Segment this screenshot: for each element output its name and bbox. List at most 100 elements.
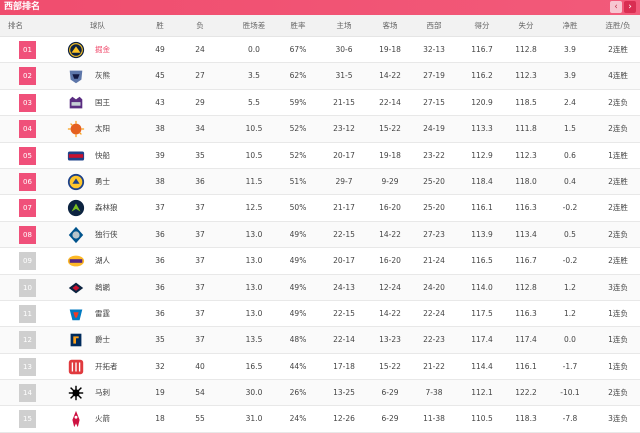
thunder-logo[interactable] xyxy=(67,305,85,323)
col-win-pct[interactable]: 胜率 xyxy=(282,15,314,37)
col-point-diff[interactable]: 净胜 xyxy=(554,15,586,37)
table-row[interactable]: 03 国王 43 29 5.5 59% 21-15 22-14 27-15 120.9 118.5 2… xyxy=(0,90,640,117)
conference-record-cell: 27-23 xyxy=(423,229,445,239)
col-team[interactable]: 球队 xyxy=(90,15,130,37)
standings-header: 西部排名 xyxy=(0,0,640,15)
jazz-logo[interactable] xyxy=(67,331,85,349)
spurs-logo[interactable] xyxy=(67,384,85,402)
team-name-link[interactable]: 国王 xyxy=(95,90,110,116)
col-games-behind[interactable]: 胜场差 xyxy=(232,15,276,37)
conference-record-cell: 23-22 xyxy=(423,150,445,160)
table-row[interactable]: 08 独行侠 36 37 13.0 49% 22-15 14-22 27-23 113.9 113.… xyxy=(0,221,640,249)
pelicans-logo[interactable] xyxy=(67,279,85,297)
col-away[interactable]: 客场 xyxy=(374,15,406,37)
team-name-link[interactable]: 掘金 xyxy=(95,37,110,63)
table-row[interactable]: 09 湖人 36 37 13.0 49% 20-17 16-20 21-24 116.5 116.7… xyxy=(0,248,640,275)
col-rank[interactable]: 排名 xyxy=(4,15,44,37)
col-home[interactable]: 主场 xyxy=(328,15,360,37)
table-row[interactable]: 07 森林狼 37 37 12.5 50% 21-17 16-20 25-20 116.1 116.… xyxy=(0,195,640,222)
rockets-logo[interactable] xyxy=(67,410,85,428)
grizzlies-logo[interactable] xyxy=(67,67,85,85)
table-row[interactable]: 15 火箭 18 55 31.0 24% 12-26 6-29 11-38 110.5 118.3 -… xyxy=(0,406,640,433)
losses-cell: 37 xyxy=(195,203,205,213)
warriors-logo[interactable] xyxy=(67,173,85,191)
team-name-link[interactable]: 森林狼 xyxy=(95,195,118,221)
point-diff-cell: -0.2 xyxy=(562,203,578,213)
win-pct-cell: 67% xyxy=(289,45,307,54)
team-name-link[interactable]: 马刺 xyxy=(95,380,110,406)
point-diff-cell: 1.2 xyxy=(564,282,576,292)
conference-record-cell: 22-23 xyxy=(423,335,445,345)
points-against-cell: 117.4 xyxy=(515,335,537,345)
col-streak[interactable]: 连胜/负 xyxy=(598,15,638,37)
losses-cell: 37 xyxy=(195,256,205,266)
home-record-cell: 22-15 xyxy=(333,308,355,318)
table-row[interactable]: 14 马刺 19 54 30.0 26% 13-25 6-29 7-38 112.1 122.2 -1… xyxy=(0,380,640,407)
table-row[interactable]: 11 雷霆 36 37 13.0 49% 22-15 14-22 22-24 117.5 116.3… xyxy=(0,301,640,328)
home-record-cell: 20-17 xyxy=(333,150,355,160)
team-name-link[interactable]: 火箭 xyxy=(95,406,110,432)
away-record-cell: 14-22 xyxy=(379,71,401,81)
col-wins[interactable]: 胜 xyxy=(148,15,172,37)
table-row[interactable]: 06 勇士 38 36 11.5 51% 29-7 9-29 25-20 118.4 118.0 0.… xyxy=(0,168,640,196)
col-conference[interactable]: 西部 xyxy=(418,15,450,37)
team-name-link[interactable]: 开拓者 xyxy=(95,354,118,380)
team-name-link[interactable]: 勇士 xyxy=(95,169,110,195)
points-against-cell: 112.3 xyxy=(515,150,537,160)
lakers-logo[interactable] xyxy=(67,252,85,270)
suns-logo[interactable] xyxy=(67,120,85,138)
points-for-cell: 112.1 xyxy=(471,388,493,398)
win-pct-cell: 49% xyxy=(289,229,307,239)
wins-cell: 19 xyxy=(155,388,165,398)
streak-cell: 1连胜 xyxy=(608,150,628,160)
col-points-for[interactable]: 得分 xyxy=(466,15,498,37)
team-name-link[interactable]: 太阳 xyxy=(95,116,110,142)
win-pct-cell: 62% xyxy=(289,71,307,81)
nuggets-logo[interactable] xyxy=(67,41,85,59)
table-row[interactable]: 02 灰熊 45 27 3.5 62% 31-5 14-22 27-19 116.2 112.3 3.… xyxy=(0,63,640,90)
rank-badge: 08 xyxy=(19,225,36,244)
table-row[interactable]: 05 快船 39 35 10.5 52% 20-17 19-18 23-22 112.9 112.3… xyxy=(0,143,640,169)
point-diff-cell: -7.8 xyxy=(562,414,578,424)
next-page-button[interactable]: › xyxy=(624,1,636,13)
kings-logo[interactable] xyxy=(67,94,85,112)
mavericks-logo[interactable] xyxy=(67,226,85,244)
table-row[interactable]: 04 太阳 38 34 10.5 52% 23-12 15-22 24-19 113.3 111.8… xyxy=(0,116,640,143)
wins-cell: 49 xyxy=(155,45,165,54)
home-record-cell: 17-18 xyxy=(333,361,355,371)
home-record-cell: 29-7 xyxy=(335,176,353,186)
team-name-link[interactable]: 独行侠 xyxy=(95,222,118,248)
table-row[interactable]: 01 掘金 49 24 0.0 67% 30-6 19-18 32-13 116.7 112.8 3.… xyxy=(0,37,640,64)
streak-cell: 2连负 xyxy=(608,229,628,239)
home-record-cell: 13-25 xyxy=(333,388,355,398)
col-points-against[interactable]: 失分 xyxy=(510,15,542,37)
table-row[interactable]: 13 开拓者 32 40 16.5 44% 17-18 15-22 21-22 114.4 116.… xyxy=(0,354,640,381)
rank-badge: 05 xyxy=(19,146,36,165)
games-behind-cell: 16.5 xyxy=(245,361,263,371)
rank-badge: 14 xyxy=(19,384,36,403)
team-name-link[interactable]: 鹈鹕 xyxy=(95,275,110,301)
points-against-cell: 116.7 xyxy=(515,256,537,266)
table-row[interactable]: 10 鹈鹕 36 37 13.0 49% 24-13 12-24 24-20 114.0 112.8… xyxy=(0,274,640,301)
col-losses[interactable]: 负 xyxy=(188,15,212,37)
page-title: 西部排名 xyxy=(4,2,41,12)
conference-record-cell: 27-19 xyxy=(423,71,445,81)
team-name-link[interactable]: 雷霆 xyxy=(95,301,110,327)
team-name-link[interactable]: 爵士 xyxy=(95,327,110,353)
conference-record-cell: 25-20 xyxy=(423,203,445,213)
timberwolves-logo[interactable] xyxy=(67,199,85,217)
home-record-cell: 21-15 xyxy=(333,97,355,107)
away-record-cell: 14-22 xyxy=(379,229,401,239)
team-name-link[interactable]: 湖人 xyxy=(95,248,110,274)
prev-page-button[interactable]: ‹ xyxy=(610,1,622,13)
blazers-logo[interactable] xyxy=(67,358,85,376)
away-record-cell: 15-22 xyxy=(379,361,401,371)
team-name-link[interactable]: 快船 xyxy=(95,143,110,169)
team-name-link[interactable]: 灰熊 xyxy=(95,63,110,89)
clippers-logo[interactable] xyxy=(67,147,85,165)
games-behind-cell: 13.0 xyxy=(245,256,263,266)
losses-cell: 37 xyxy=(195,282,205,292)
streak-cell: 2连胜 xyxy=(608,45,628,54)
table-row[interactable]: 12 爵士 35 37 13.5 48% 22-14 13-23 22-23 117.4 117.4… xyxy=(0,327,640,354)
rank-badge: 12 xyxy=(19,331,36,350)
